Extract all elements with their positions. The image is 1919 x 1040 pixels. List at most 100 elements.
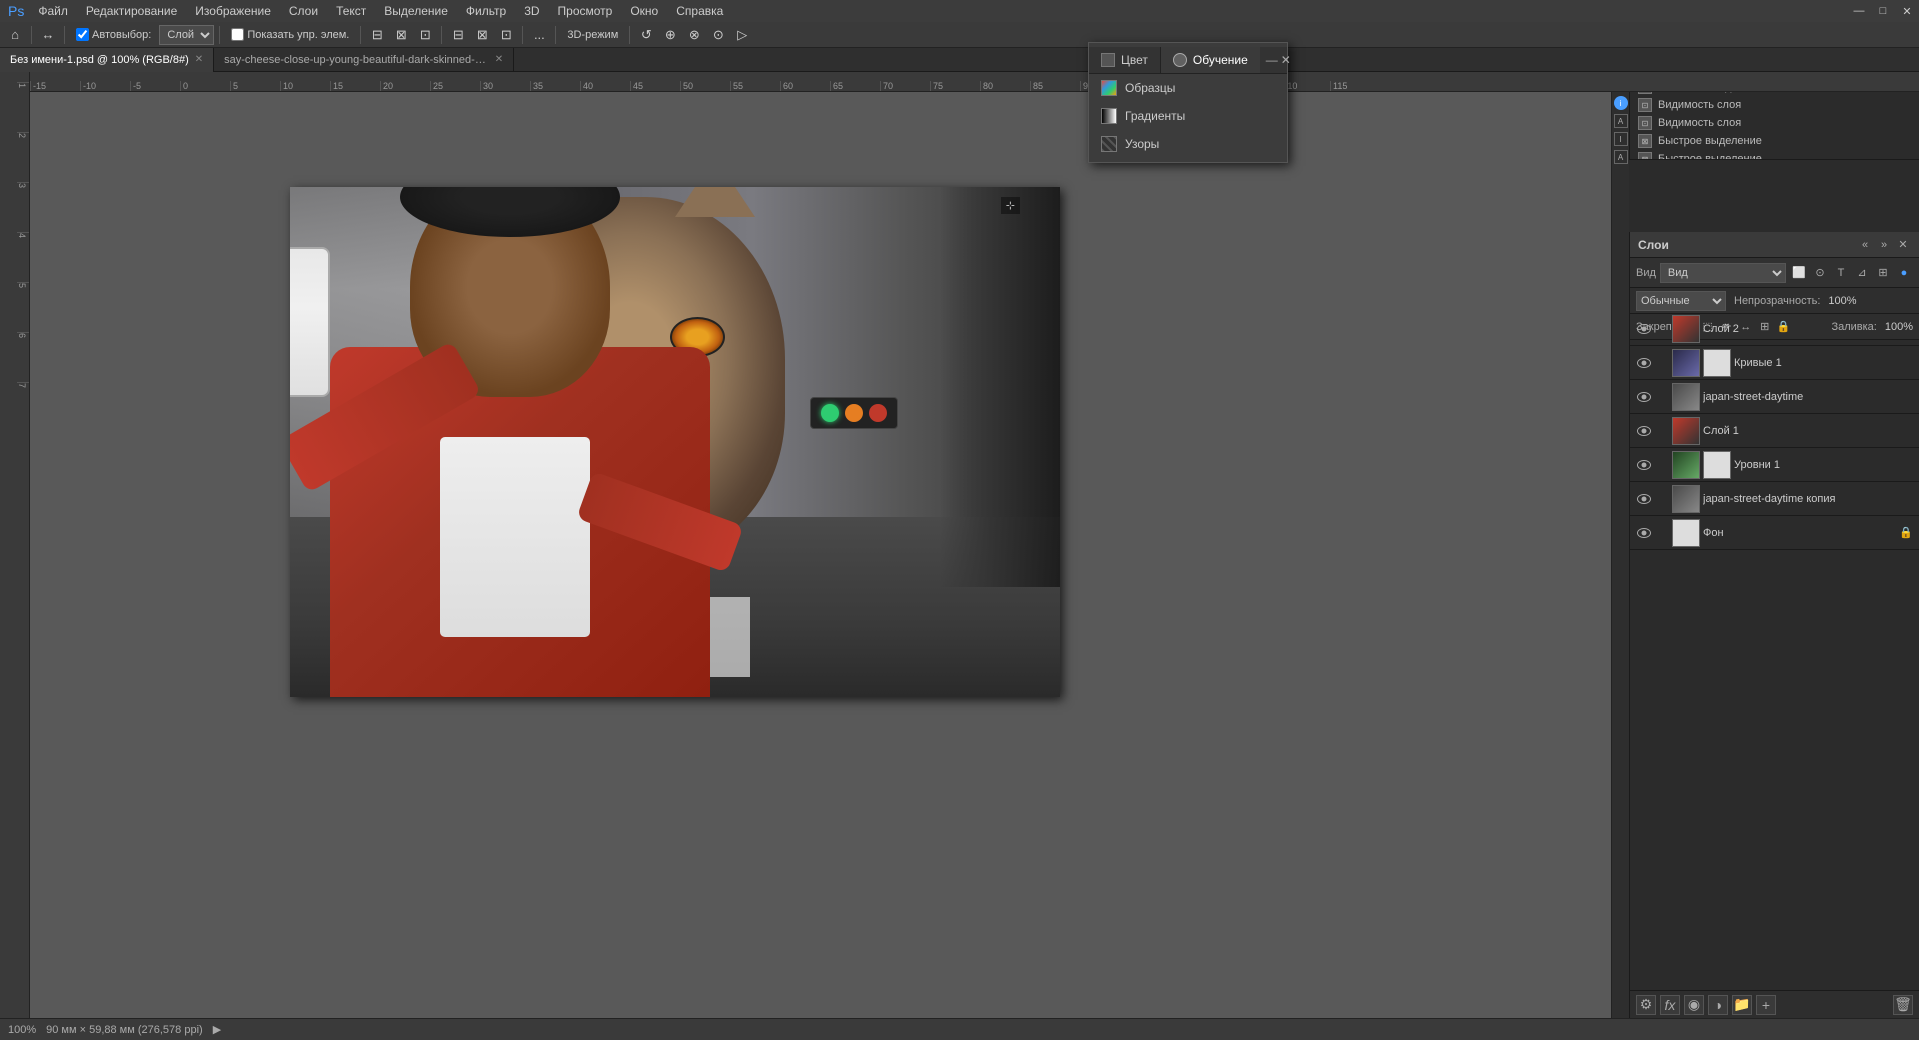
popup-tab-color[interactable]: Цвет [1089, 47, 1161, 73]
layers-panel-menu[interactable]: ✕ [1895, 237, 1911, 253]
menu-edit[interactable]: Редактирование [78, 2, 185, 20]
align-left[interactable]: ⊟ [366, 24, 388, 46]
ai-btn-2[interactable]: I [1614, 132, 1628, 146]
opacity-value: 100% [1828, 295, 1856, 307]
popup-item-samples[interactable]: Образцы [1089, 74, 1287, 102]
render-3d[interactable]: ▷ [731, 24, 753, 46]
menu-help[interactable]: Справка [668, 2, 731, 20]
show-transform-checkbox[interactable]: Показать упр. элем. [225, 26, 355, 43]
document-size: 90 мм × 59,88 мм (276,578 ppi) [46, 1024, 203, 1036]
ruler-left: 1 2 3 4 5 6 7 [0, 72, 30, 1018]
menu-view[interactable]: Просмотр [550, 2, 621, 20]
align-right[interactable]: ⊡ [414, 24, 436, 46]
popup-item-gradients[interactable]: Градиенты [1089, 102, 1287, 130]
menu-image[interactable]: Изображение [187, 2, 279, 20]
eye-icon-5 [1637, 494, 1651, 504]
filter-select[interactable]: Вид [1660, 263, 1786, 283]
popup-tab-learn[interactable]: Обучение [1161, 47, 1260, 73]
zoom-3d[interactable]: ⊙ [707, 24, 729, 46]
ai-btn-0[interactable]: i [1614, 96, 1628, 110]
filter-adjustment-icon[interactable]: ⊙ [1811, 264, 1829, 282]
tab-jpg-close[interactable]: ✕ [495, 54, 503, 65]
layer-item-3[interactable]: Слой 1 [1630, 414, 1919, 448]
align-top[interactable]: ⊟ [447, 24, 469, 46]
layer-link-3 [1655, 424, 1669, 438]
tab-jpg[interactable]: say-cheese-close-up-young-beautiful-dark… [214, 48, 514, 72]
orbit-3d[interactable]: ⊕ [659, 24, 681, 46]
blend-mode-select[interactable]: Обычные [1636, 291, 1726, 311]
add-group-btn[interactable]: 📁 [1732, 995, 1752, 1015]
delete-layer-btn[interactable]: 🗑 [1893, 995, 1913, 1015]
align-middle-v[interactable]: ⊠ [471, 24, 493, 46]
align-center-h[interactable]: ⊠ [390, 24, 412, 46]
layer-item-6[interactable]: Фон 🔒 [1630, 516, 1919, 550]
menu-text[interactable]: Текст [328, 2, 374, 20]
layer-item-4[interactable]: Уровни 1 [1630, 448, 1919, 482]
add-adjustment-btn[interactable]: ◑ [1708, 995, 1728, 1015]
layer-thumb-3 [1672, 417, 1700, 445]
layers-panel-expand[interactable]: » [1876, 237, 1892, 253]
layer-vis-5[interactable] [1636, 491, 1652, 507]
layer-item-1[interactable]: Кривые 1 [1630, 346, 1919, 380]
separator-6 [522, 26, 523, 44]
layer-thumb-5 [1672, 485, 1700, 513]
autoselect-mode[interactable]: Слой [159, 25, 214, 45]
filter-shape-icon[interactable]: ⊿ [1853, 264, 1871, 282]
close-button[interactable]: ✕ [1895, 0, 1919, 22]
ai-btn-1[interactable]: A [1614, 114, 1628, 128]
pan-3d[interactable]: ⊗ [683, 24, 705, 46]
menu-select[interactable]: Выделение [376, 2, 456, 20]
menu-filter[interactable]: Фильтр [458, 2, 514, 20]
show-transform-label: Показать упр. элем. [247, 29, 349, 41]
link-layers-btn[interactable]: ⚙ [1636, 995, 1656, 1015]
menu-window[interactable]: Окно [622, 2, 666, 20]
filter-toggle[interactable]: ● [1895, 264, 1913, 282]
menu-file[interactable]: Файл [30, 2, 76, 20]
ai-btn-3[interactable]: A [1614, 150, 1628, 164]
layers-panel: Слои « » ✕ Вид Вид ⬜ ⊙ T ⊿ ⊞ ● Обычные Н… [1629, 232, 1919, 1018]
filter-pixel-icon[interactable]: ⬜ [1790, 264, 1808, 282]
move-tool-btn[interactable]: ↔ [37, 24, 59, 46]
layer-vis-0[interactable] [1636, 321, 1652, 337]
autoselect-checkbox[interactable]: Автовыбор: [70, 26, 157, 43]
layer-vis-6[interactable] [1636, 525, 1652, 541]
layer-link-4 [1655, 458, 1669, 472]
layer-vis-2[interactable] [1636, 389, 1652, 405]
layer-vis-1[interactable] [1636, 355, 1652, 371]
layer-item-0[interactable]: Слой 2 [1630, 312, 1919, 346]
layer-item-5[interactable]: japan-street-daytime копия [1630, 482, 1919, 516]
popup-minimize[interactable]: — [1266, 53, 1278, 67]
layer-vis-3[interactable] [1636, 423, 1652, 439]
add-mask-btn[interactable]: ◉ [1684, 995, 1704, 1015]
history-item-4[interactable]: ⊡ Видимость слоя [1630, 96, 1919, 114]
home-button[interactable]: ⌂ [4, 24, 26, 46]
filter-smart-icon[interactable]: ⊞ [1874, 264, 1892, 282]
canvas-document[interactable]: ⊹ [290, 187, 1060, 697]
tick-3: 0 [180, 81, 230, 91]
history-item-6[interactable]: ⊠ Быстрое выделение [1630, 132, 1919, 150]
canvas-area[interactable]: ⊹ [30, 92, 1629, 1018]
history-item-5[interactable]: ⊡ Видимость слоя [1630, 114, 1919, 132]
menu-layers[interactable]: Слои [281, 2, 326, 20]
layer-vis-4[interactable] [1636, 457, 1652, 473]
history-item-7[interactable]: ⊠ Быстрое выделение [1630, 150, 1919, 159]
layers-panel-collapse[interactable]: « [1857, 237, 1873, 253]
tick-12: 45 [630, 81, 680, 91]
menu-3d[interactable]: 3D [516, 2, 547, 20]
color-tab-icon [1101, 53, 1115, 67]
new-layer-btn[interactable]: + [1756, 995, 1776, 1015]
rotate-3d[interactable]: ↺ [635, 24, 657, 46]
add-style-btn[interactable]: fx [1660, 995, 1680, 1015]
tab-psd-close[interactable]: ✕ [195, 54, 203, 65]
tab-psd[interactable]: Без имени-1.psd @ 100% (RGB/8#) ✕ [0, 48, 214, 72]
popup-item-patterns[interactable]: Узоры [1089, 130, 1287, 158]
minimize-button[interactable]: — [1847, 0, 1871, 22]
popup-close[interactable]: ✕ [1281, 53, 1291, 67]
maximize-button[interactable]: □ [1871, 0, 1895, 22]
tab-psd-label: Без имени-1.psd @ 100% (RGB/8#) [10, 54, 189, 66]
filter-type-icon[interactable]: T [1832, 264, 1850, 282]
learn-tab-icon [1173, 53, 1187, 67]
more-options[interactable]: ... [528, 24, 550, 46]
layer-item-2[interactable]: japan-street-daytime [1630, 380, 1919, 414]
align-bottom[interactable]: ⊡ [495, 24, 517, 46]
